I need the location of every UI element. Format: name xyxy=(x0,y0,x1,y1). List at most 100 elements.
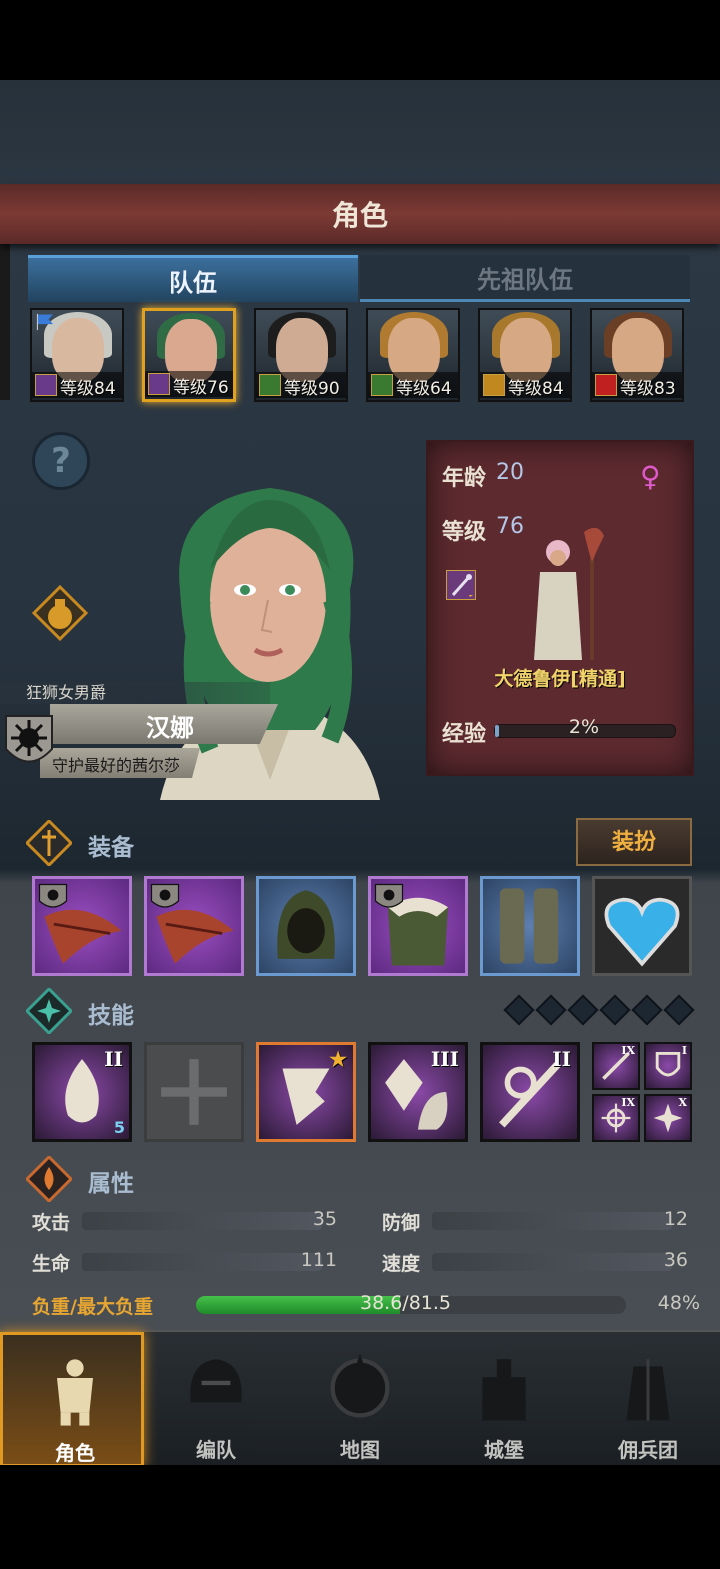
skill-point-slot xyxy=(599,994,631,1026)
sun-crest-icon xyxy=(5,715,53,763)
health-label: 生命 xyxy=(32,1253,71,1275)
hero-title: 狂狮女男爵 xyxy=(0,682,270,704)
skill-rank: I xyxy=(681,1044,687,1057)
attributes-label: 属性 xyxy=(88,1171,134,1197)
attack-label: 攻击 xyxy=(32,1212,71,1234)
passive-skill-slot[interactable]: IX xyxy=(592,1094,640,1142)
equipment-slot[interactable] xyxy=(480,876,580,976)
equipment-slot[interactable] xyxy=(592,876,692,976)
sword-icon xyxy=(26,820,72,866)
skill-point-indicators xyxy=(503,994,695,1026)
skill-slot[interactable]: II 5 xyxy=(32,1042,132,1142)
nav-item[interactable]: 地图 xyxy=(288,1332,432,1465)
attack-value: 35 xyxy=(312,1208,337,1230)
load-percent: 48% xyxy=(657,1292,700,1314)
skill-rank: ★ xyxy=(329,1047,347,1071)
female-icon: ♀ xyxy=(640,460,661,493)
staff-icon xyxy=(35,374,57,396)
skill-rank: III xyxy=(430,1047,459,1071)
tab-ancestor-party[interactable]: 先祖队伍 xyxy=(360,255,690,302)
health-value: 111 xyxy=(300,1249,337,1271)
helmet-icon xyxy=(190,1359,242,1403)
skills-label: 技能 xyxy=(88,1003,134,1029)
passive-skill-slot[interactable]: X xyxy=(644,1094,692,1142)
stat-bar xyxy=(82,1253,322,1271)
speed-label: 速度 xyxy=(382,1253,421,1275)
party-member-card[interactable]: 等级90 xyxy=(254,308,348,402)
flag-icon xyxy=(36,313,54,331)
game-screen: 角色 队伍 先祖队伍 等级84 等级76 等级90 等级64 等级84 等级83 ? 狂狮… xyxy=(0,80,720,1465)
equipment-slot[interactable] xyxy=(144,876,244,976)
passive-skill-slot[interactable]: IX xyxy=(592,1042,640,1090)
empty-slot-icon xyxy=(161,1059,227,1125)
stat-bar xyxy=(432,1253,672,1271)
nav-label: 佣兵团 xyxy=(618,1438,678,1462)
nav-item[interactable]: 城堡 xyxy=(432,1332,576,1465)
nav-label: 角色 xyxy=(55,1441,95,1465)
druid-figure xyxy=(534,527,604,660)
passive-skill-slot[interactable]: I xyxy=(644,1042,692,1090)
member-level: 等级83 xyxy=(620,379,676,399)
header-bar: 角色 xyxy=(0,184,720,244)
equipment-slot[interactable] xyxy=(256,876,356,976)
skill-rank: X xyxy=(678,1096,687,1109)
member-level: 等级90 xyxy=(284,379,340,399)
help-button[interactable]: ? xyxy=(32,432,90,490)
star-icon xyxy=(26,988,72,1034)
member-level-bar: 等级76 xyxy=(145,371,233,398)
castle-icon xyxy=(482,1359,526,1421)
speed-stat: 速度 36 xyxy=(382,1249,688,1275)
nav-label: 地图 xyxy=(340,1438,380,1462)
party-member-card[interactable]: 等级76 xyxy=(142,308,236,402)
party-member-card[interactable]: 等级84 xyxy=(30,308,124,402)
nav-label: 编队 xyxy=(196,1438,236,1462)
sun-crest-icon xyxy=(38,883,68,908)
skill-point-slot xyxy=(631,994,663,1026)
shield-passive-icon xyxy=(655,1051,681,1077)
exp-label: 经验 xyxy=(442,722,487,747)
nav-item[interactable]: 佣兵团 xyxy=(576,1332,720,1465)
party-member-card[interactable]: 等级83 xyxy=(590,308,684,402)
age-label: 年龄 xyxy=(442,466,487,491)
nav-label: 城堡 xyxy=(484,1438,524,1462)
skill-point-slot xyxy=(503,994,535,1026)
stat-bar xyxy=(82,1212,322,1230)
party-member-card[interactable]: 等级84 xyxy=(478,308,572,402)
hero-subtitle: 守护最好的茜尔莎 xyxy=(52,756,181,775)
member-level: 等级84 xyxy=(508,379,564,399)
hero-nameplate: 汉娜 守护最好的茜尔莎 xyxy=(0,704,280,788)
tab-party[interactable]: 队伍 xyxy=(28,255,358,302)
compass-map-icon xyxy=(330,1353,390,1418)
attack-stat: 攻击 35 xyxy=(32,1208,337,1234)
member-level-bar: 等级83 xyxy=(592,372,682,399)
party-roster: 等级84 等级76 等级90 等级64 等级84 等级83 xyxy=(30,308,690,404)
skill-rank: II xyxy=(104,1047,123,1071)
party-member-card[interactable]: 等级64 xyxy=(366,308,460,402)
exp-percent: 2% xyxy=(568,716,600,738)
nav-item[interactable]: 角色 xyxy=(0,1332,144,1465)
staff-icon xyxy=(148,373,170,395)
skill-slot[interactable] xyxy=(144,1042,244,1142)
equipment-slot[interactable] xyxy=(368,876,468,976)
page-title: 角色 xyxy=(331,199,388,232)
defense-stat: 防御 12 xyxy=(382,1208,688,1234)
nav-item[interactable]: 编队 xyxy=(144,1332,288,1465)
member-level-bar: 等级84 xyxy=(480,372,570,399)
dress-up-button[interactable]: 装扮 xyxy=(576,818,692,866)
class-name: 大德鲁伊[精通] xyxy=(494,668,626,690)
hero-info-panel: 年龄 20 ♀ 等级 76 大德鲁伊[精通] 经验 2% xyxy=(426,440,694,776)
health-stat: 生命 111 xyxy=(32,1249,337,1275)
skill-rank: II xyxy=(552,1047,571,1071)
staff-class-icon[interactable] xyxy=(446,570,476,600)
skill-slot[interactable]: III xyxy=(368,1042,468,1142)
skill-rank: IX xyxy=(621,1044,635,1057)
equipment-slot[interactable] xyxy=(32,876,132,976)
speed-value: 36 xyxy=(663,1249,688,1271)
age-value: 20 xyxy=(496,460,524,485)
potion-icon[interactable] xyxy=(32,585,88,641)
hood-icon xyxy=(277,890,335,959)
load-value: 38.6/81.5 xyxy=(360,1292,452,1314)
hero-name: 汉娜 xyxy=(146,714,194,742)
skill-slot[interactable]: ★ xyxy=(256,1042,356,1142)
skill-slot[interactable]: II xyxy=(480,1042,580,1142)
